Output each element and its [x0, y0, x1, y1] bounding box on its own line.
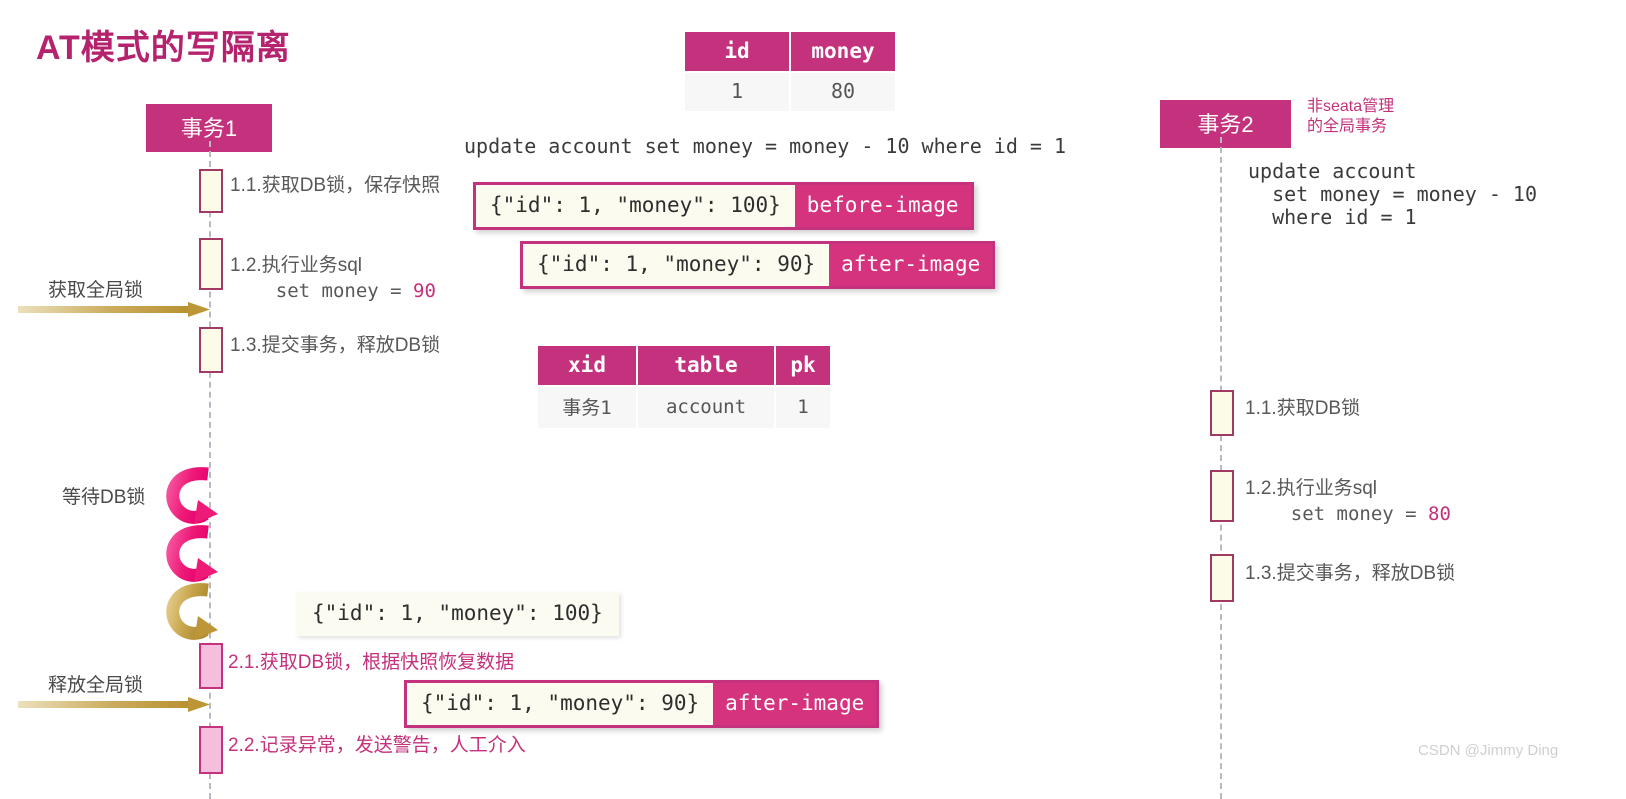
before-image-json: {"id": 1, "money": 100} [476, 185, 795, 227]
cell-xid: 事务1 [538, 387, 636, 428]
acquire-global-lock-arrow [18, 302, 210, 317]
after-image-2-json: {"id": 1, "money": 90} [407, 683, 714, 725]
column-header-xid: xid [538, 346, 636, 385]
tx1-sql-statement: update account set money = money - 10 wh… [464, 134, 1067, 158]
cell-id: 1 [685, 73, 789, 111]
table-row: 事务1 account 1 [538, 387, 830, 428]
tx1-step-1-3-label: 1.3.提交事务，释放DB锁 [230, 335, 441, 356]
tx2-activation-1-2 [1210, 470, 1234, 522]
tx1-step-2-1-label: 2.1.获取DB锁，根据快照恢复数据 [228, 652, 515, 673]
after-image-json: {"id": 1, "money": 90} [523, 244, 830, 286]
cell-pk: 1 [776, 387, 830, 428]
tx1-step-1-2-sql-number: 90 [413, 280, 436, 302]
tx1-step-1-2-label: 1.2.执行业务sql [230, 255, 362, 276]
tx2-step-1-2-label: 1.2.执行业务sql [1245, 478, 1377, 499]
tx1-activation-1-2 [199, 238, 223, 290]
tx1-step-1-1-label: 1.1.获取DB锁，保存快照 [230, 175, 441, 196]
tx2-header: 事务2 [1160, 100, 1291, 148]
release-global-lock-arrow [18, 697, 210, 712]
tx2-activation-1-1 [1210, 390, 1234, 436]
wait-db-lock-label: 等待DB锁 [62, 487, 146, 508]
acquire-global-lock-label: 获取全局锁 [48, 280, 144, 301]
after-image-box: {"id": 1, "money": 90} after-image [520, 241, 996, 289]
snapshot-json-box: {"id": 1, "money": 100} [296, 592, 619, 636]
cell-table: account [638, 387, 774, 428]
tx1-activation-1-1 [199, 169, 223, 213]
before-image-tag: before-image [794, 185, 971, 227]
tx1-step-1-2-sql: set money = 90 [230, 280, 436, 302]
diagram-canvas: AT模式的写隔离 id money 1 80 update account se… [0, 0, 1626, 799]
tx1-activation-1-3 [199, 327, 223, 373]
column-header-id: id [685, 32, 789, 71]
column-header-pk: pk [776, 346, 830, 385]
tx1-step-1-2-value: set money = 90 [230, 278, 436, 304]
tx2-lifeline [1220, 137, 1222, 799]
page-title: AT模式的写隔离 [36, 29, 291, 67]
after-image-tag: after-image [829, 244, 993, 286]
tx1-step-2-2-label: 2.2.记录异常，发送警告，人工介入 [228, 735, 526, 756]
after-image-box-2: {"id": 1, "money": 90} after-image [404, 680, 880, 728]
after-image-2-tag: after-image [713, 683, 877, 725]
table-header-row: xid table pk [538, 346, 830, 385]
tx2-activation-1-3 [1210, 554, 1234, 602]
tx2-step-1-2-sql: set money = 80 [1245, 503, 1451, 525]
table-header-row: id money [685, 32, 895, 71]
cell-money: 80 [791, 73, 895, 111]
tx2-step-1-3-label: 1.3.提交事务，释放DB锁 [1245, 563, 1456, 584]
tx2-step-1-2-sql-number: 80 [1428, 503, 1451, 525]
tx2-note-label: 非seata管理 的全局事务 [1307, 98, 1395, 135]
before-image-box: {"id": 1, "money": 100} before-image [473, 182, 974, 230]
table-row: 1 80 [685, 73, 895, 111]
tx2-sql-statement: update account set money = money - 10 wh… [1248, 159, 1537, 229]
tx2-step-1-2-value: set money = 80 [1245, 501, 1451, 527]
wait-db-lock-spiral-icon [166, 467, 218, 640]
tx2-step-1-1-label: 1.1.获取DB锁 [1245, 398, 1361, 419]
column-header-table: table [638, 346, 774, 385]
account-table: id money 1 80 [683, 30, 897, 113]
tx1-activation-2-2 [199, 726, 223, 774]
column-header-money: money [791, 32, 895, 71]
tx1-activation-2-1 [199, 643, 223, 689]
watermark-label: CSDN @Jimmy Ding [1418, 742, 1559, 759]
lock-table: xid table pk 事务1 account 1 [536, 344, 832, 430]
release-global-lock-label: 释放全局锁 [48, 675, 144, 696]
